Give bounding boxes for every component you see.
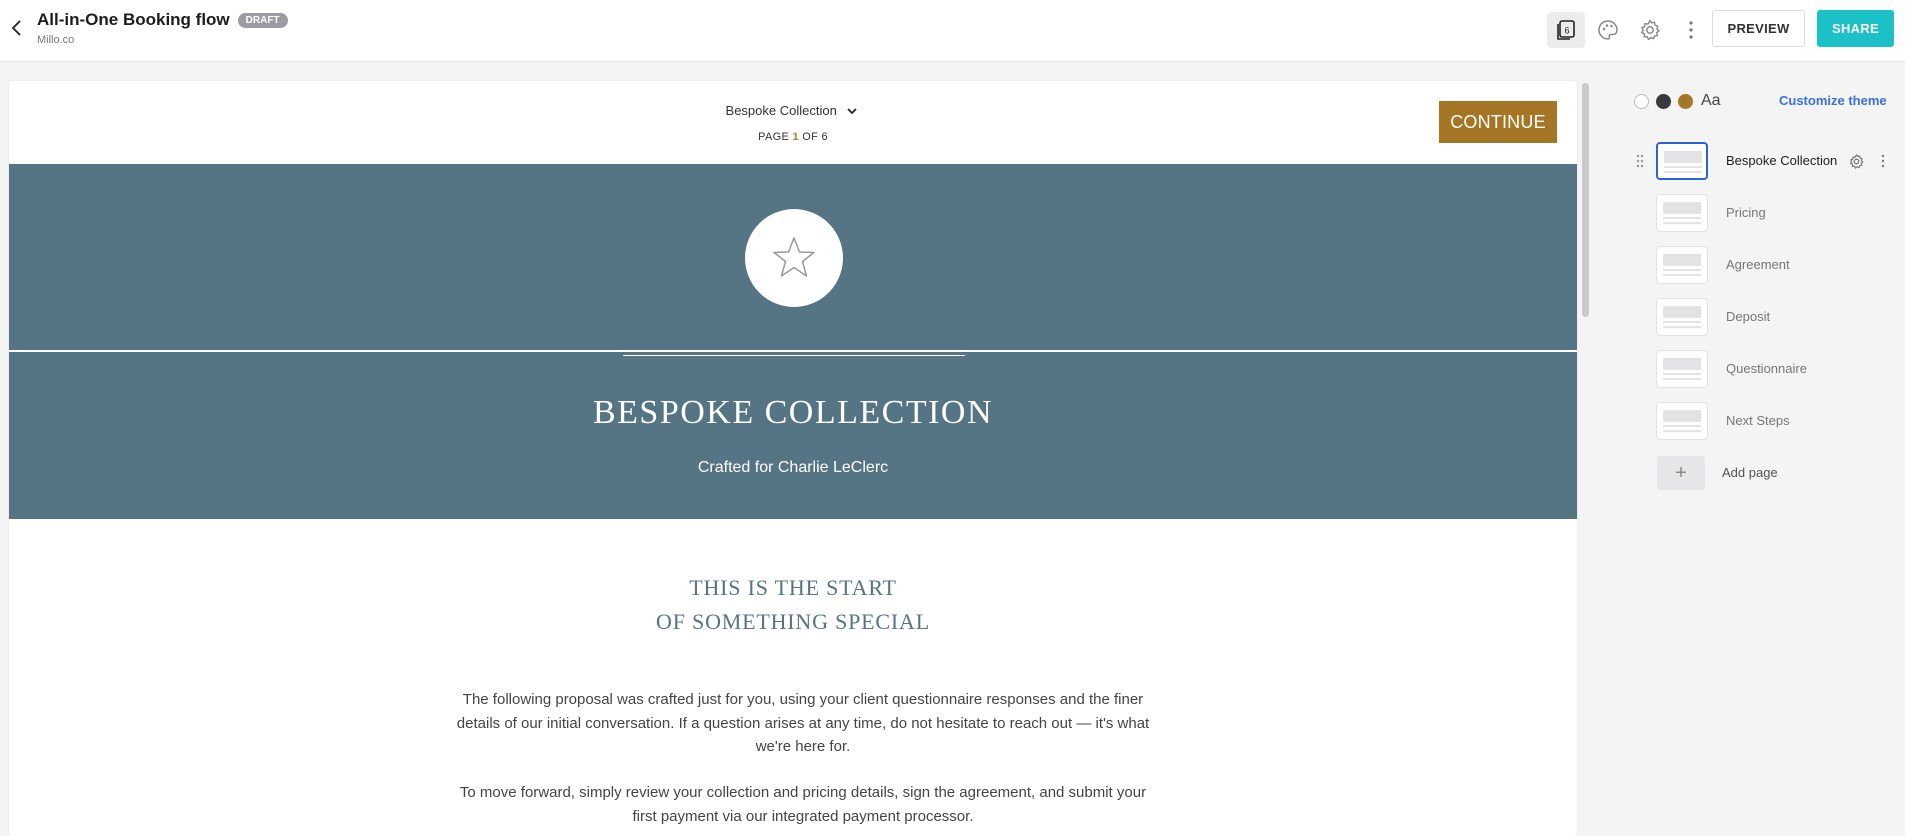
sidebar-page-label: Next Steps: [1726, 413, 1790, 428]
sidebar-page-pricing[interactable]: Pricing: [1592, 192, 1905, 236]
drag-handle-icon[interactable]: [1635, 153, 1645, 169]
more-button[interactable]: [1672, 12, 1710, 48]
sidebar-page-label: Deposit: [1726, 309, 1771, 324]
page-header: Bespoke Collection PAGE 1 OF 6 CONTINUE: [9, 81, 1577, 164]
pages-button[interactable]: 6: [1547, 12, 1585, 48]
intro-paragraph-1: The following proposal was crafted just …: [456, 691, 1150, 755]
hero-divider: [9, 350, 1577, 352]
swatch-dark[interactable]: [1656, 93, 1671, 109]
flow-title: All-in-One Booking flow DRAFT: [37, 10, 288, 30]
settings-button[interactable]: [1631, 12, 1669, 48]
logo-placeholder[interactable]: [745, 209, 843, 307]
hero-divider-short: [623, 355, 965, 356]
page-thumbnail: [1656, 350, 1708, 388]
page-count: PAGE 1 OF 6: [9, 131, 1577, 143]
flow-title-text: All-in-One Booking flow: [37, 10, 230, 29]
page-more-icon[interactable]: [1879, 153, 1887, 169]
theme-button[interactable]: [1589, 12, 1627, 48]
page-count-suffix: OF 6: [798, 131, 828, 143]
star-icon: [773, 237, 815, 277]
palette-icon: [1598, 20, 1618, 40]
page-thumbnail: [1656, 142, 1708, 180]
page-thumbnail: [1656, 194, 1708, 232]
hero-subtitle: Crafted for Charlie LeClerc: [697, 459, 889, 476]
sidebar-page-label: Bespoke Collection: [1726, 153, 1838, 168]
back-button[interactable]: [6, 16, 28, 40]
share-button[interactable]: SHARE: [1817, 10, 1894, 47]
font-indicator[interactable]: Aa: [1701, 92, 1721, 110]
top-bar: All-in-One Booking flow DRAFT Millo.co 6 …: [0, 0, 1905, 62]
chevron-down-icon: [847, 108, 858, 115]
sidebar-page-next-steps[interactable]: Next Steps: [1592, 400, 1905, 444]
intro-heading-line2: OF SOMETHING SPECIAL: [656, 609, 930, 634]
sidebar-page-bespoke-collection[interactable]: Bespoke Collection: [1592, 140, 1905, 184]
sidebar-page-label: Questionnaire: [1726, 361, 1807, 376]
flow-subtitle: Millo.co: [37, 34, 75, 46]
hero-section: BESPOKE COLLECTION Crafted for Charlie L…: [9, 164, 1577, 519]
page-thumbnail: [1656, 246, 1708, 284]
swatch-light[interactable]: [1634, 93, 1649, 109]
intro-heading-line1: THIS IS THE START: [689, 575, 897, 600]
preview-button[interactable]: PREVIEW: [1712, 10, 1805, 47]
canvas-scrollbar[interactable]: [1582, 83, 1589, 317]
theme-swatches[interactable]: Aa: [1634, 92, 1721, 110]
page-thumbnail: [1656, 298, 1708, 336]
sidebar-page-label: Agreement: [1726, 257, 1790, 272]
intro-heading: THIS IS THE START OF SOMETHING SPECIAL: [9, 571, 1577, 639]
page-canvas: Bespoke Collection PAGE 1 OF 6 CONTINUE …: [9, 81, 1577, 836]
sidebar-page-label: Pricing: [1726, 205, 1766, 220]
pages-stack-icon: 6: [1557, 20, 1575, 40]
vertical-dots-icon: [1689, 21, 1693, 39]
chevron-left-icon: [11, 20, 21, 36]
pages-sidebar: Aa Customize theme Bespoke Collection Pr…: [1592, 62, 1905, 836]
intro-paragraph-2: To move forward, simply review your coll…: [459, 784, 1147, 825]
page-thumbnail: [1656, 402, 1708, 440]
page-count-prefix: PAGE: [758, 131, 793, 143]
page-selector[interactable]: Bespoke Collection: [9, 103, 1577, 119]
gear-icon: [1640, 19, 1660, 41]
sidebar-page-deposit[interactable]: Deposit: [1592, 296, 1905, 340]
pages-count-text: 6: [1564, 26, 1569, 36]
hero-title: BESPOKE COLLECTION: [592, 394, 994, 431]
swatch-accent[interactable]: [1678, 93, 1693, 109]
draft-badge: DRAFT: [237, 13, 288, 28]
add-page-button[interactable]: + Add page: [1592, 452, 1905, 496]
customize-theme-link[interactable]: Customize theme: [1779, 93, 1887, 108]
add-page-label: Add page: [1722, 465, 1778, 480]
page-selector-label: Bespoke Collection: [725, 103, 837, 118]
plus-icon: +: [1657, 456, 1705, 490]
sidebar-page-agreement[interactable]: Agreement: [1592, 244, 1905, 288]
continue-button[interactable]: CONTINUE: [1439, 101, 1557, 143]
page-settings-icon[interactable]: [1848, 153, 1865, 170]
sidebar-page-questionnaire[interactable]: Questionnaire: [1592, 348, 1905, 392]
